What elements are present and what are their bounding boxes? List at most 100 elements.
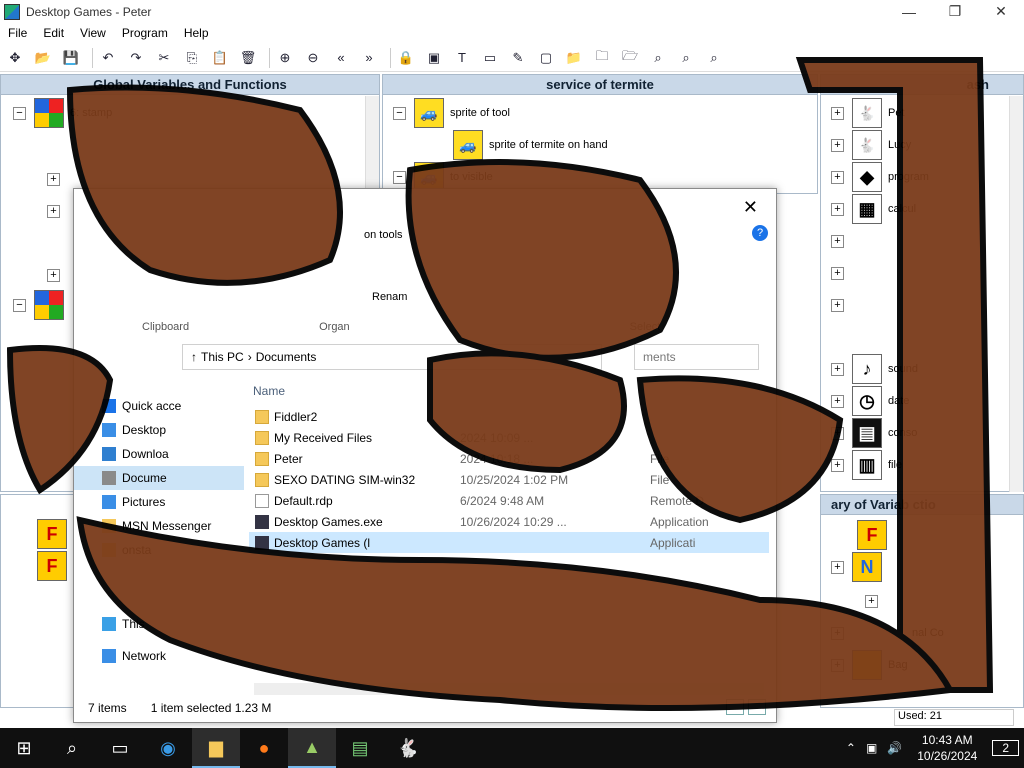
nav-folder[interactable]: onsta: [74, 538, 244, 562]
tree-row[interactable]: + 🐇 Lucy: [831, 129, 911, 161]
tree-row[interactable]: 🚙 sprite of termite on hand: [453, 129, 608, 161]
function-tile-icon[interactable]: F: [37, 519, 67, 549]
tree-row[interactable]: +: [47, 259, 68, 291]
network-tray-icon[interactable]: ▣: [866, 741, 877, 755]
paste-icon[interactable]: 📋: [209, 47, 231, 69]
nav-this-pc[interactable]: This: [74, 612, 244, 636]
file-row[interactable]: Default.rdp 6/2024 9:48 AM Remote D: [249, 490, 769, 511]
expander-icon[interactable]: +: [831, 658, 844, 672]
zoom-out-icon[interactable]: ⊖: [302, 47, 324, 69]
ribbon-clipboard[interactable]: Clipboard: [142, 321, 189, 333]
nav-downloads[interactable]: Downloa: [74, 442, 244, 466]
expander-icon[interactable]: +: [831, 394, 844, 408]
copy-icon[interactable]: ⎘: [181, 47, 203, 69]
expander-icon[interactable]: −: [13, 298, 26, 312]
tree-row[interactable]: +: [47, 195, 68, 227]
expander-icon[interactable]: +: [831, 266, 844, 280]
file-row[interactable]: Desktop Games.exe 10/26/2024 10:29 ... App…: [249, 511, 769, 532]
save-icon[interactable]: 💾: [60, 47, 82, 69]
text-box-icon[interactable]: ▭: [479, 47, 501, 69]
edit-icon[interactable]: ✎: [507, 47, 529, 69]
file-row[interactable]: Peter 2024 10:18 ... File: [249, 448, 769, 469]
open-folder-icon[interactable]: 📂: [32, 47, 54, 69]
desktop-games-icon[interactable]: ▲: [288, 728, 336, 768]
tree-row[interactable]: + Bag: [831, 649, 908, 681]
tree-row[interactable]: + ▦ calcul: [831, 193, 916, 225]
breadcrumb-documents[interactable]: Documents: [256, 350, 317, 364]
menu-program[interactable]: Program: [114, 26, 176, 40]
search-input[interactable]: ments: [634, 344, 759, 370]
nav-quick-access[interactable]: Quick acce: [74, 394, 244, 418]
tree-row[interactable]: +: [865, 585, 886, 617]
tree-row[interactable]: + ▥ file: [831, 449, 902, 481]
expander-icon[interactable]: +: [47, 204, 60, 218]
horizontal-scrollbar[interactable]: [254, 683, 764, 695]
binoculars-icon[interactable]: ⌕: [647, 47, 669, 69]
lock-icon[interactable]: 🔒: [395, 47, 417, 69]
move-icon[interactable]: ✥: [4, 47, 26, 69]
notification-icon[interactable]: 2: [992, 740, 1019, 756]
expander-icon[interactable]: +: [831, 560, 844, 574]
menu-help[interactable]: Help: [176, 26, 217, 40]
folder-key-icon[interactable]: 🗁: [619, 47, 641, 69]
rabbit-app-icon[interactable]: 🐇: [384, 728, 432, 768]
tree-row[interactable]: +: [831, 289, 852, 321]
expander-icon[interactable]: +: [831, 138, 844, 152]
expander-icon[interactable]: +: [47, 268, 60, 282]
expander-icon[interactable]: +: [831, 458, 844, 472]
file-row[interactable]: Fiddler2: [249, 406, 769, 427]
nav-msn[interactable]: MSN Messenger: [74, 514, 244, 538]
help-icon[interactable]: ?: [752, 225, 768, 241]
start-button-icon[interactable]: ⊞: [0, 728, 48, 768]
nav-desktop[interactable]: Desktop: [74, 418, 244, 442]
firefox-icon[interactable]: ●: [240, 728, 288, 768]
tree-row[interactable]: +: [831, 225, 852, 257]
undo-icon[interactable]: ↶: [97, 47, 119, 69]
expander-icon[interactable]: +: [831, 106, 844, 120]
minimize-button[interactable]: —: [886, 0, 932, 23]
volume-icon[interactable]: 🔊: [887, 741, 902, 755]
expander-icon[interactable]: +: [831, 202, 844, 216]
select-icon[interactable]: ▣: [423, 47, 445, 69]
expander-icon[interactable]: +: [831, 170, 844, 184]
forward-icon[interactable]: »: [358, 47, 380, 69]
tree-row[interactable]: + N: [831, 551, 882, 583]
menu-view[interactable]: View: [72, 26, 114, 40]
task-view-icon[interactable]: ▭: [96, 728, 144, 768]
ribbon-tools[interactable]: on tools: [364, 229, 403, 241]
tree-row[interactable]: − 🚙 sprite of tool: [393, 97, 510, 129]
expander-icon[interactable]: −: [13, 106, 26, 120]
title-bar[interactable]: Desktop Games - Peter — ❐ ✕: [0, 0, 1024, 23]
file-row[interactable]: My Received Files 2024 10:09 ...: [249, 427, 769, 448]
folder-lock-icon[interactable]: 🗀: [591, 47, 613, 69]
breadcrumb-this-pc[interactable]: This PC: [201, 350, 244, 364]
back-arrow-icon[interactable]: ↑: [191, 350, 197, 364]
column-name-header[interactable]: Name: [249, 384, 769, 406]
tree-row[interactable]: − 6: stamp: [13, 97, 112, 129]
edge-icon[interactable]: ◉: [144, 728, 192, 768]
details-view-icon[interactable]: [726, 699, 744, 715]
address-bar[interactable]: ↑ This PC › Documents: [182, 344, 602, 370]
file-explorer-icon[interactable]: ▆: [192, 728, 240, 768]
tree-row[interactable]: + ◷ date: [831, 385, 909, 417]
notepad-icon[interactable]: ▤: [336, 728, 384, 768]
nav-pictures[interactable]: Pictures: [74, 490, 244, 514]
nav-network[interactable]: Network: [74, 644, 244, 668]
tree-row[interactable]: +: [47, 163, 68, 195]
chevron-up-icon[interactable]: ⌃: [846, 741, 856, 755]
large-icons-view-icon[interactable]: [748, 699, 766, 715]
find-next-icon[interactable]: ⌕: [675, 47, 697, 69]
menu-edit[interactable]: Edit: [35, 26, 72, 40]
tree-row[interactable]: + ▤ conso: [831, 417, 917, 449]
tree-row[interactable]: −: [13, 289, 64, 321]
file-row[interactable]: SEXO DATING SIM-win32 10/25/2024 1:02 PM F…: [249, 469, 769, 490]
explorer-close-button[interactable]: ✕: [743, 197, 758, 218]
ribbon-organize[interactable]: Organ: [319, 321, 350, 333]
expander-icon[interactable]: +: [47, 172, 60, 186]
find-prev-icon[interactable]: ⌕: [703, 47, 725, 69]
redo-icon[interactable]: ↷: [125, 47, 147, 69]
expander-icon[interactable]: +: [831, 234, 844, 248]
tree-row[interactable]: + 🐇 Pet: [831, 97, 905, 129]
folder-icon[interactable]: 📁: [563, 47, 585, 69]
ribbon-rename[interactable]: Renam: [372, 291, 407, 303]
